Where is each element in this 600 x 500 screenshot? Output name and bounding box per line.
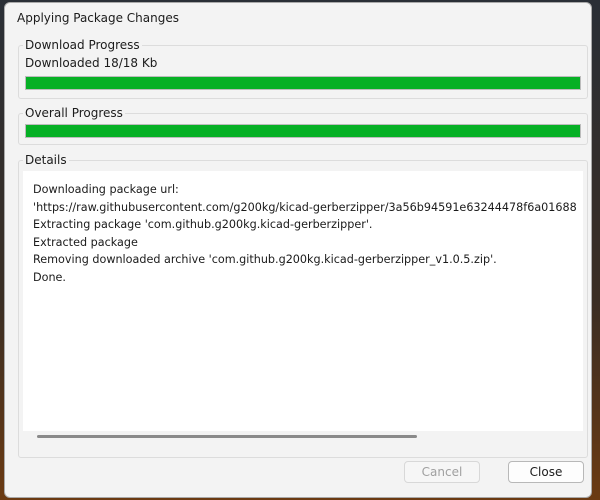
log-line: Extracted package xyxy=(33,235,138,249)
overall-progress-bar xyxy=(25,124,581,138)
download-progress-bar xyxy=(25,76,581,90)
download-progress-group: Download Progress Downloaded 18/18 Kb xyxy=(18,38,588,99)
log-line: Extracting package 'com.github.g200kg.ki… xyxy=(33,218,373,231)
cancel-button[interactable]: Cancel xyxy=(404,461,480,483)
window-title: Applying Package Changes xyxy=(17,11,179,25)
log-line: Removing downloaded archive 'com.github.… xyxy=(33,253,497,266)
download-progress-label: Download Progress xyxy=(23,38,142,52)
download-progress-fill xyxy=(26,77,580,89)
title-bar: Applying Package Changes xyxy=(5,3,591,33)
details-group: Details Downloading package url: 'https:… xyxy=(18,153,588,458)
download-status-text: Downloaded 18/18 Kb xyxy=(25,56,158,70)
log-line: Done. xyxy=(33,270,66,284)
log-line: Downloading package url: xyxy=(33,183,179,196)
overall-progress-fill xyxy=(26,125,580,137)
details-log-area[interactable]: Downloading package url: 'https://raw.gi… xyxy=(23,171,583,431)
overall-progress-group: Overall Progress xyxy=(18,106,588,145)
package-changes-dialog: Applying Package Changes Download Progre… xyxy=(4,2,592,498)
horizontal-scrollbar[interactable] xyxy=(37,435,417,438)
details-label: Details xyxy=(23,153,69,167)
log-line: 'https://raw.githubusercontent.com/g200k… xyxy=(33,200,577,214)
close-button[interactable]: Close xyxy=(508,461,584,483)
overall-progress-label: Overall Progress xyxy=(23,106,125,120)
details-log: Downloading package url: 'https://raw.gi… xyxy=(33,181,577,286)
